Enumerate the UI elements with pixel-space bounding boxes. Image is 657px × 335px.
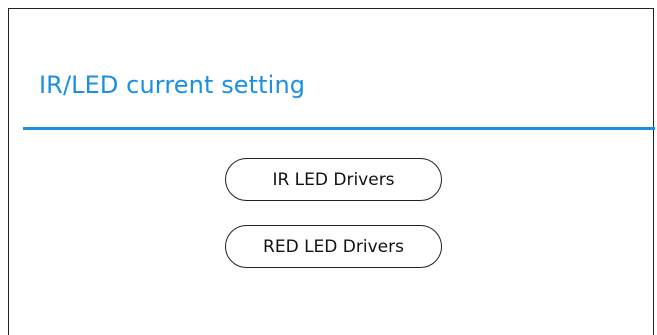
title-divider bbox=[23, 127, 655, 130]
dialog-title: IR/LED current setting bbox=[39, 71, 306, 99]
ir-led-drivers-button[interactable]: IR LED Drivers bbox=[225, 158, 442, 201]
settings-dialog: IR/LED current setting IR LED Drivers RE… bbox=[8, 8, 655, 335]
red-led-drivers-button[interactable]: RED LED Drivers bbox=[225, 225, 442, 268]
